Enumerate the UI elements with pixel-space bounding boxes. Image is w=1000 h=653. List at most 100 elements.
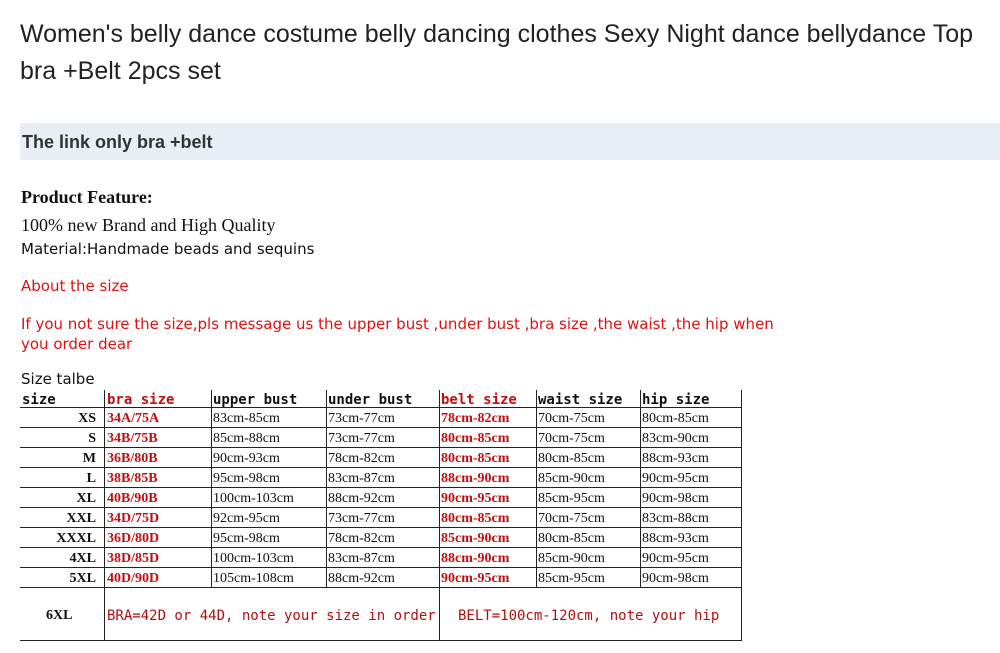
- grid-hline: [20, 507, 742, 508]
- cell-bra-size: 38B/85B: [107, 471, 158, 486]
- cell-size: L: [86, 471, 96, 486]
- cell-under-bust: 78cm-82cm: [328, 451, 395, 466]
- cell-belt-size: 88cm-90cm: [441, 471, 510, 486]
- grid-vline: [741, 390, 742, 640]
- cell-upper-bust: 105cm-108cm: [213, 571, 294, 586]
- cell-belt-size: 90cm-95cm: [441, 491, 510, 506]
- grid-hline: [20, 407, 742, 408]
- feature-heading: Product Feature:: [21, 187, 153, 207]
- grid-hline: [20, 640, 742, 641]
- cell-upper-bust: 90cm-93cm: [213, 451, 280, 466]
- last-row-size: 6XL: [46, 608, 73, 623]
- cell-hip-size: 88cm-93cm: [642, 531, 709, 546]
- cell-belt-size: 78cm-82cm: [441, 411, 510, 426]
- cell-waist-size: 70cm-75cm: [538, 431, 605, 446]
- link-note: The link only bra +belt: [22, 132, 213, 152]
- grid-hline: [20, 447, 742, 448]
- grid-hline: [20, 527, 742, 528]
- cell-bra-size: 40D/90D: [107, 571, 160, 586]
- grid-hline: [20, 487, 742, 488]
- cell-size: XXL: [66, 511, 96, 526]
- header-bra-size: bra size: [107, 392, 175, 408]
- cell-bra-size: 36B/80B: [107, 451, 158, 466]
- cell-waist-size: 85cm-95cm: [538, 571, 605, 586]
- cell-bra-size: 36D/80D: [107, 531, 160, 546]
- header-upper-bust: upper bust: [213, 392, 298, 408]
- feature-line-quality: 100% new Brand and High Quality: [21, 215, 276, 235]
- cell-upper-bust: 100cm-103cm: [213, 551, 294, 566]
- cell-size: M: [82, 451, 96, 466]
- cell-under-bust: 83cm-87cm: [328, 471, 395, 486]
- cell-size: 5XL: [69, 571, 96, 586]
- size-row: XXL 34D/75D 92cm-95cm 73cm-77cm 80cm-85cm 70c…: [20, 508, 742, 528]
- size-row: XL 40B/90B 100cm-103cm 88cm-92cm 90cm-95cm 85…: [20, 488, 742, 508]
- size-row: S 34B/75B 85cm-88cm 73cm-77cm 80cm-85cm 70cm-…: [20, 428, 742, 448]
- last-row-bra-note: BRA=42D or 44D, note your size in order: [107, 608, 436, 624]
- cell-belt-size: 80cm-85cm: [441, 431, 510, 446]
- header-waist-size: waist size: [538, 392, 623, 408]
- cell-size: XS: [78, 411, 96, 426]
- header-belt-size: belt size: [441, 392, 517, 408]
- grid-vline: [536, 390, 537, 588]
- cell-waist-size: 85cm-90cm: [538, 471, 605, 486]
- cell-upper-bust: 83cm-85cm: [213, 411, 280, 426]
- cell-upper-bust: 85cm-88cm: [213, 431, 280, 446]
- grid-vline: [640, 390, 641, 588]
- cell-bra-size: 34A/75A: [107, 411, 160, 426]
- cell-size: XL: [76, 491, 96, 506]
- cell-waist-size: 80cm-85cm: [538, 531, 605, 546]
- size-table-title: Size talbe: [21, 370, 95, 388]
- cell-waist-size: 70cm-75cm: [538, 511, 605, 526]
- cell-belt-size: 88cm-90cm: [441, 551, 510, 566]
- cell-size: S: [88, 431, 96, 446]
- cell-hip-size: 88cm-93cm: [642, 451, 709, 466]
- feature-line-material: Material:Handmade beads and sequins: [21, 240, 315, 258]
- cell-under-bust: 73cm-77cm: [328, 431, 395, 446]
- header-size: size: [22, 392, 56, 408]
- cell-under-bust: 88cm-92cm: [328, 491, 395, 506]
- cell-hip-size: 90cm-95cm: [642, 551, 709, 566]
- cell-under-bust: 73cm-77cm: [328, 411, 395, 426]
- header-hip-size: hip size: [642, 392, 710, 408]
- grid-hline: [20, 567, 742, 568]
- grid-vline: [211, 390, 212, 588]
- cell-belt-size: 90cm-95cm: [441, 571, 510, 586]
- cell-waist-size: 80cm-85cm: [538, 451, 605, 466]
- cell-hip-size: 90cm-98cm: [642, 571, 709, 586]
- cell-upper-bust: 95cm-98cm: [213, 471, 280, 486]
- cell-hip-size: 83cm-90cm: [642, 431, 709, 446]
- last-row-belt-note: BELT=100cm-120cm, note your hip: [458, 608, 720, 624]
- cell-upper-bust: 95cm-98cm: [213, 531, 280, 546]
- about-size-heading: About the size: [21, 277, 129, 295]
- cell-bra-size: 34B/75B: [107, 431, 158, 446]
- cell-belt-size: 85cm-90cm: [441, 531, 510, 546]
- cell-bra-size: 38D/85D: [107, 551, 160, 566]
- cell-bra-size: 34D/75D: [107, 511, 160, 526]
- size-row: 5XL 40D/90D 105cm-108cm 88cm-92cm 90cm-95cm 8…: [20, 568, 742, 588]
- size-row: L 38B/85B 95cm-98cm 83cm-87cm 88cm-90cm 85cm-…: [20, 468, 742, 488]
- grid-vline: [326, 390, 327, 588]
- cell-hip-size: 90cm-98cm: [642, 491, 709, 506]
- size-chart-header: size bra size upper bust under bust belt…: [20, 390, 742, 408]
- cell-waist-size: 70cm-75cm: [538, 411, 605, 426]
- grid-hline: [20, 587, 742, 588]
- cell-waist-size: 85cm-95cm: [538, 491, 605, 506]
- product-title: Women's belly dance costume belly dancin…: [20, 20, 974, 85]
- grid-hline: [20, 467, 742, 468]
- size-row: XS 34A/75A 83cm-85cm 73cm-77cm 78cm-82cm 70cm…: [20, 408, 742, 428]
- size-row: 4XL 38D/85D 100cm-103cm 83cm-87cm 88cm-90cm 8…: [20, 548, 742, 568]
- cell-under-bust: 83cm-87cm: [328, 551, 395, 566]
- cell-under-bust: 88cm-92cm: [328, 571, 395, 586]
- cell-hip-size: 90cm-95cm: [642, 471, 709, 486]
- grid-hline: [20, 547, 742, 548]
- size-row: M 36B/80B 90cm-93cm 78cm-82cm 80cm-85cm 80cm-…: [20, 448, 742, 468]
- cell-belt-size: 80cm-85cm: [441, 511, 510, 526]
- cell-under-bust: 73cm-77cm: [328, 511, 395, 526]
- header-under-bust: under bust: [328, 392, 413, 408]
- grid-vline: [104, 390, 105, 640]
- cell-under-bust: 78cm-82cm: [328, 531, 395, 546]
- grid-hline: [20, 427, 742, 428]
- cell-upper-bust: 100cm-103cm: [213, 491, 294, 506]
- cell-hip-size: 80cm-85cm: [642, 411, 709, 426]
- cell-size: 4XL: [69, 551, 96, 566]
